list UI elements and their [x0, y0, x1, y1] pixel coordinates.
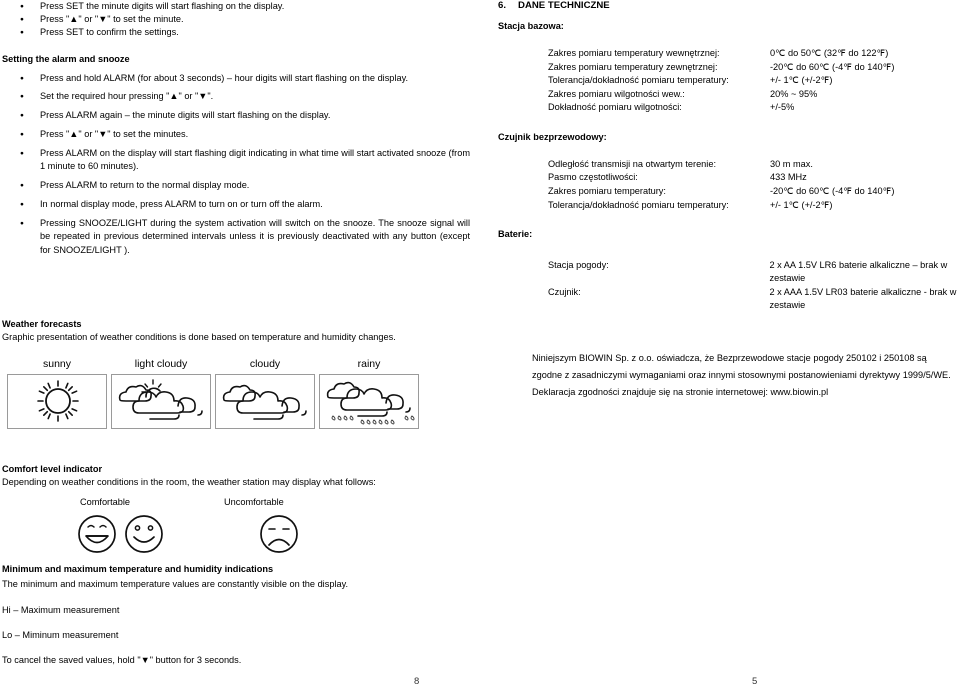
weather-forecast-labels: sunny light cloudy cloudy rainy	[7, 358, 470, 374]
list-item: Press ALARM to return to the normal disp…	[2, 179, 470, 192]
conformity-declaration-text: Niniejszym BIOWIN Sp. z o.o. oświadcza, …	[532, 353, 951, 398]
weather-box-rainy	[319, 374, 419, 430]
cloud-icon	[222, 384, 307, 420]
spec-key: Tolerancja/dokładność pomiaru temperatur…	[548, 75, 729, 86]
section-title: DANE TECHNICZNE	[518, 0, 610, 11]
weather-forecasts-intro: Graphic presentation of weather conditio…	[2, 331, 396, 342]
section-number: 6.	[498, 0, 507, 11]
weather-label-rainy: rainy	[357, 358, 381, 371]
spec-value: 30 m max.	[770, 158, 813, 169]
weather-forecast-icon-row	[7, 374, 470, 430]
minmax-intro: The minimum and maximum temperature valu…	[2, 579, 349, 590]
smiley-grin-face-icon	[75, 512, 119, 561]
spec-key: Zakres pomiaru wilgotności wew.:	[548, 88, 685, 99]
spec-value: +/- 1℃ (+/-2℉)	[770, 199, 833, 210]
table-row: Stacja pogody: 2 x AA 1.5V LR6 baterie a…	[548, 259, 959, 286]
page-number-right: 5	[752, 676, 758, 687]
weather-label-light-cloudy: light cloudy	[134, 358, 188, 371]
spec-value: 433 MHz	[770, 172, 807, 183]
spec-key: Tolerancja/dokładność pomiaru temperatur…	[548, 199, 729, 210]
spec-value: -20℃ do 60℃ (-4℉ do 140℉)	[770, 185, 895, 196]
raindrop-group-right	[404, 415, 415, 421]
alarm-snooze-heading: Setting the alarm and snooze	[2, 54, 130, 65]
list-item: In normal display mode, press ALARM to t…	[2, 198, 470, 211]
table-row: Pasmo częstotliwości: 433 MHz	[548, 171, 894, 185]
spec-value: 20% ~ 95%	[770, 88, 818, 99]
comfort-level-heading: Comfort level indicator	[2, 464, 103, 475]
list-item: Press ALARM on the display will start fl…	[2, 147, 470, 174]
weather-label-sunny: sunny	[42, 358, 72, 371]
minmax-hi-line: Hi – Maximum measurement	[2, 604, 120, 615]
sun-behind-cloud-icon	[118, 379, 203, 420]
list-item: Press "▲" or "▼" to set the minutes.	[2, 128, 470, 141]
minmax-lo-line: Lo – Miminum measurement	[2, 630, 119, 641]
comfort-level-intro: Depending on weather conditions in the r…	[2, 476, 376, 487]
spec-value: -20℃ do 60℃ (-4℉ do 140℉)	[770, 61, 895, 72]
spec-value: +/-5%	[770, 102, 795, 113]
batteries-spec-table: Stacja pogody: 2 x AA 1.5V LR6 baterie a…	[548, 259, 959, 312]
table-row: Zakres pomiaru temperatury: -20℃ do 60℃ …	[548, 185, 894, 199]
batteries-heading: Baterie:	[498, 229, 533, 240]
left-page-column: Press SET the minute digits will start f…	[0, 0, 478, 690]
spec-value: 0℃ do 50℃ (32℉ do 122℉)	[770, 48, 889, 58]
spec-key: Zakres pomiaru temperatury wewnętrznej:	[548, 48, 720, 58]
spec-key: Zakres pomiaru temperatury zewnętrznej:	[548, 61, 718, 72]
table-row: Zakres pomiaru wilgotności wew.: 20% ~ 9…	[548, 88, 894, 102]
list-item: Press ALARM again – the minute digits wi…	[2, 109, 470, 122]
weather-label-cloudy: cloudy	[249, 358, 281, 371]
smiley-smile-face-icon	[122, 512, 166, 561]
list-item: Set the required hour pressing "▲" or "▼…	[2, 90, 470, 103]
raindrop-group-left	[331, 415, 354, 421]
table-row: Tolerancja/dokładność pomiaru temperatur…	[548, 74, 894, 88]
list-item: Pressing SNOOZE/LIGHT during the system …	[2, 217, 470, 257]
wireless-sensor-spec-table: Odległość transmisji na otwartym terenie…	[548, 158, 894, 212]
rain-cloud-icon	[326, 381, 415, 425]
list-item: Press "▲" or "▼" to set the minute.	[2, 13, 470, 26]
table-row: Zakres pomiaru temperatury zewnętrznej: …	[548, 61, 894, 75]
table-row: Czujnik: 2 x AAA 1.5V LR03 baterie alkal…	[548, 286, 959, 313]
weather-box-sunny	[7, 374, 107, 430]
comfort-label-uncomfortable: Uncomfortable	[224, 496, 284, 507]
spec-key: Pasmo częstotliwości:	[548, 172, 638, 183]
comfort-level-face-row	[2, 512, 470, 557]
table-row: Zakres pomiaru temperatury wewnętrznej: …	[548, 47, 894, 61]
raindrop-group-center	[360, 419, 395, 425]
minmax-cancel-line: To cancel the saved values, hold "▼" but…	[2, 655, 242, 666]
table-row: Dokładność pomiaru wilgotności: +/-5%	[548, 101, 894, 115]
set-time-bullet-list: Press SET the minute digits will start f…	[2, 0, 470, 39]
spec-key: Zakres pomiaru temperatury:	[548, 185, 666, 196]
list-item: Press SET to confirm the settings.	[2, 26, 470, 39]
wireless-sensor-heading: Czujnik bezprzewodowy:	[498, 131, 607, 142]
base-station-heading: Stacja bazowa:	[498, 21, 564, 31]
minmax-heading: Minimum and maximum temperature and humi…	[2, 563, 274, 574]
spec-key: Czujnik:	[548, 286, 581, 297]
weather-box-cloudy	[215, 374, 315, 430]
comfort-level-labels: Comfortable Uncomfortable	[2, 497, 470, 512]
alarm-snooze-bullet-list: Press and hold ALARM (for about 3 second…	[2, 72, 470, 257]
spec-key: Stacja pogody:	[548, 260, 609, 271]
spec-key: Dokładność pomiaru wilgotności:	[548, 102, 682, 113]
spec-value: +/- 1℃ (+/-2℉)	[770, 75, 833, 86]
spec-value: 2 x AA 1.5V LR6 baterie alkaliczne – bra…	[769, 260, 948, 284]
section-title-row: 6. DANE TECHNICZNE	[498, 0, 959, 11]
page-number-left: 8	[414, 676, 420, 687]
spec-key: Odległość transmisji na otwartym terenie…	[548, 158, 716, 169]
manual-spread-page: Press SET the minute digits will start f…	[0, 0, 959, 690]
list-item: Press SET the minute digits will start f…	[2, 0, 470, 13]
weather-forecasts-heading: Weather forecasts	[2, 319, 82, 330]
table-row: Odległość transmisji na otwartym terenie…	[548, 158, 894, 172]
smiley-frown-face-icon	[257, 512, 301, 561]
sun-icon	[37, 380, 79, 422]
list-item: Press and hold ALARM (for about 3 second…	[2, 72, 470, 85]
spec-value: 2 x AAA 1.5V LR03 baterie alkaliczne - b…	[769, 286, 957, 310]
right-page-column: 6. DANE TECHNICZNE Stacja bazowa: Zakres …	[498, 0, 959, 401]
table-row: Tolerancja/dokładność pomiaru temperatur…	[548, 199, 894, 213]
weather-box-light-cloudy	[111, 374, 211, 430]
base-station-spec-table: Zakres pomiaru temperatury wewnętrznej: …	[548, 47, 894, 115]
comfort-label-comfortable: Comfortable	[80, 496, 131, 507]
